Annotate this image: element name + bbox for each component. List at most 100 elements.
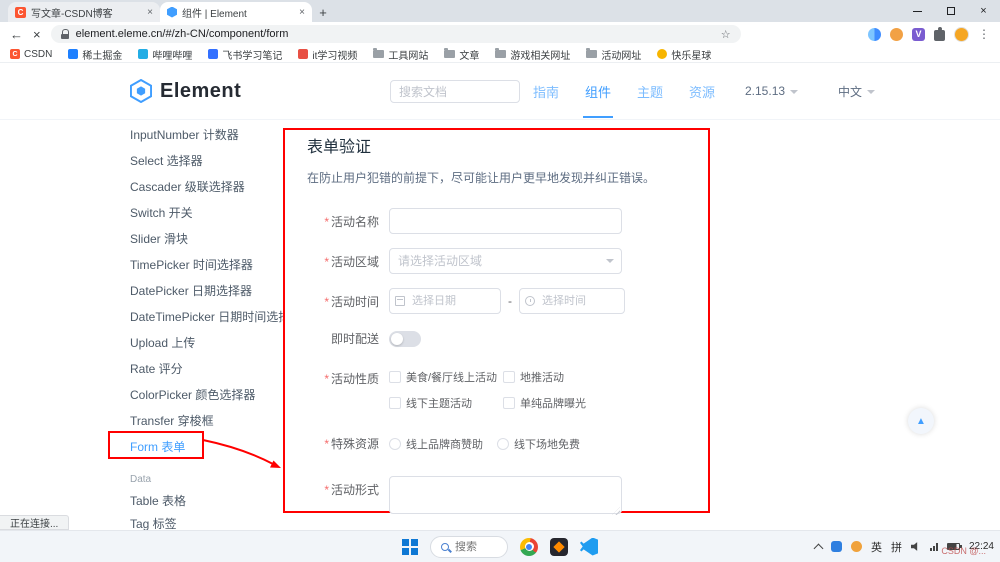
sidebar-item-switch[interactable]: Switch 开关 [130, 200, 280, 226]
stop-loading-button[interactable]: × [33, 28, 41, 41]
video-site-icon [298, 49, 308, 59]
nav-link-component[interactable]: 组件 [585, 82, 611, 101]
start-button[interactable] [402, 539, 418, 555]
field-label: 即时配送 [331, 332, 379, 346]
speaker-icon[interactable] [911, 542, 921, 552]
profile-avatar[interactable] [954, 27, 969, 42]
tab-close-icon[interactable]: × [147, 7, 153, 18]
bookmark-folder-articles[interactable]: 文章 [444, 47, 479, 62]
sidebar-item-form[interactable]: Form 表单 [130, 434, 280, 460]
element-logo[interactable]: Element [130, 63, 241, 119]
extension-icon-blue[interactable] [868, 28, 881, 41]
maximize-button[interactable] [934, 0, 967, 22]
checkbox-brand-exposure[interactable]: 单纯品牌曝光 [503, 395, 586, 411]
tab-title: 写文章-CSDN博客 [31, 5, 142, 20]
ime-language-badge[interactable]: 英 [871, 539, 882, 555]
site-nav: 指南 组件 主题 资源 [533, 63, 715, 119]
chrome-taskbar-icon[interactable] [520, 538, 538, 556]
new-tab-button[interactable]: + [312, 2, 334, 22]
version-dropdown[interactable]: 2.15.13 [745, 63, 798, 119]
delivery-switch[interactable] [389, 331, 421, 347]
bookmarks-bar: CCSDN 稀土掘金 哔哩哔哩 飞书学习笔记 it学习视频 工具网站 文章 游戏… [0, 46, 1000, 63]
bookmark-feishu[interactable]: 飞书学习笔记 [208, 47, 282, 62]
lock-icon[interactable] [61, 29, 69, 39]
folder-icon [444, 50, 455, 58]
sidebar-item-datetimepicker[interactable]: DateTimePicker 日期时间选择器 [130, 304, 280, 330]
required-mark: * [324, 295, 329, 309]
taskbar-search[interactable] [430, 536, 508, 558]
sidebar-item-transfer[interactable]: Transfer 穿梭框 [130, 408, 280, 434]
doc-search-input[interactable] [390, 80, 520, 103]
orange-app-icon[interactable] [550, 538, 568, 556]
bookmark-folder-games[interactable]: 游戏相关网址 [495, 47, 570, 62]
browser-tab-element[interactable]: 组件 | Element × [160, 2, 312, 22]
radio-icon [389, 438, 401, 450]
sidebar-item-table[interactable]: Table 表格 [130, 490, 280, 513]
sidebar-item-rate[interactable]: Rate 评分 [130, 356, 280, 382]
bookmark-csdn[interactable]: CCSDN [10, 49, 52, 60]
checkbox-icon [389, 397, 401, 409]
bookmark-bilibili[interactable]: 哔哩哔哩 [138, 47, 192, 62]
sidebar-item-timepicker[interactable]: TimePicker 时间选择器 [130, 252, 280, 278]
activity-desc-textarea[interactable] [389, 476, 622, 514]
date-picker[interactable] [389, 288, 501, 314]
juejin-icon [68, 49, 78, 59]
browser-tab-csdn[interactable]: C 写文章-CSDN博客 × [8, 2, 160, 22]
demo-title: 表单验证 [307, 138, 686, 158]
tab-close-icon[interactable]: × [299, 7, 305, 18]
sidebar-item-datepicker[interactable]: DatePicker 日期选择器 [130, 278, 280, 304]
extension-icon-v[interactable]: V [912, 28, 925, 41]
taskbar: 英 拼 22:24 [0, 530, 1000, 562]
form-row-resource: *特殊资源 线上品牌商赞助 线下场地免费 [307, 435, 686, 452]
sidebar-item-inputnumber[interactable]: InputNumber 计数器 [130, 122, 280, 148]
checkbox-icon [503, 371, 515, 383]
checkbox-promotion[interactable]: 地推活动 [503, 369, 586, 385]
sidebar-item-colorpicker[interactable]: ColorPicker 颜色选择器 [130, 382, 280, 408]
minimize-button[interactable] [901, 0, 934, 22]
tray-app-icon-2[interactable] [851, 541, 862, 552]
bookmark-it-video[interactable]: it学习视频 [298, 47, 357, 62]
url-text: element.eleme.cn/#/zh-CN/component/form [76, 28, 714, 40]
checkbox-offline-theme[interactable]: 线下主题活动 [389, 395, 503, 411]
activity-region-select[interactable] [389, 248, 622, 274]
extension-icon-orange[interactable] [890, 28, 903, 41]
sidebar-item-upload[interactable]: Upload 上传 [130, 330, 280, 356]
vscode-icon[interactable] [580, 538, 598, 556]
extensions-puzzle-icon[interactable] [934, 30, 945, 41]
nav-link-guide[interactable]: 指南 [533, 82, 559, 101]
sidebar-item-slider[interactable]: Slider 滑块 [130, 226, 280, 252]
bookmark-happy-planet[interactable]: 快乐星球 [657, 47, 711, 62]
back-to-top-button[interactable]: ▲ [908, 408, 934, 434]
time-picker[interactable] [519, 288, 625, 314]
nav-link-theme[interactable]: 主题 [637, 82, 663, 101]
chevron-down-icon [867, 90, 875, 98]
back-button[interactable]: ← [10, 28, 23, 41]
bookmark-folder-tools[interactable]: 工具网站 [373, 47, 428, 62]
sidebar-item-cascader[interactable]: Cascader 级联选择器 [130, 174, 280, 200]
bookmark-juejin[interactable]: 稀土掘金 [68, 47, 122, 62]
browser-menu-icon[interactable]: ⋮ [978, 27, 990, 41]
required-mark: * [324, 372, 329, 386]
sidebar-item-select[interactable]: Select 选择器 [130, 148, 280, 174]
taskbar-search-input[interactable] [455, 541, 497, 553]
address-bar[interactable]: element.eleme.cn/#/zh-CN/component/form … [51, 25, 741, 43]
field-label: 活动形式 [331, 483, 379, 497]
language-dropdown[interactable]: 中文 [838, 63, 875, 119]
bookmark-star-icon[interactable]: ☆ [721, 28, 731, 41]
date-input[interactable] [389, 288, 501, 314]
network-icon[interactable] [930, 543, 938, 551]
activity-name-input[interactable] [389, 208, 622, 234]
bookmark-folder-activities[interactable]: 活动网址 [586, 47, 641, 62]
tray-expand-icon[interactable] [814, 543, 824, 553]
radio-online-sponsor[interactable]: 线上品牌商赞助 [389, 436, 483, 452]
tray-app-icon-1[interactable] [831, 541, 842, 552]
sidebar-item-tag[interactable]: Tag 标签 [130, 513, 280, 530]
nav-link-resource[interactable]: 资源 [689, 82, 715, 101]
ime-pinyin-badge[interactable]: 拼 [891, 539, 902, 555]
close-button[interactable]: × [967, 0, 1000, 22]
field-label: 活动性质 [331, 372, 379, 386]
checkbox-online-food[interactable]: 美食/餐厅线上活动 [389, 369, 503, 385]
region-select-input[interactable] [389, 248, 622, 274]
radio-offline-venue[interactable]: 线下场地免费 [497, 436, 580, 452]
field-label: 活动区域 [331, 255, 379, 269]
